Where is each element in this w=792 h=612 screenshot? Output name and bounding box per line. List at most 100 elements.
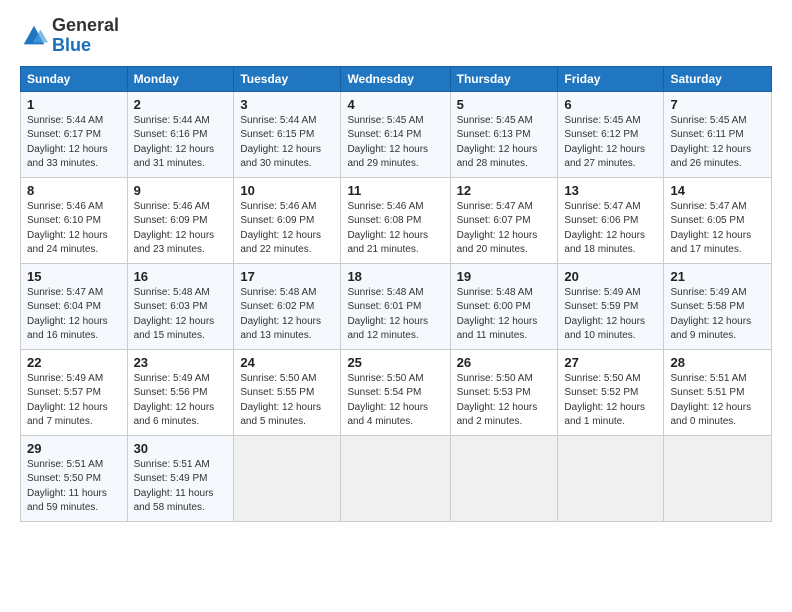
day-info: Sunrise: 5:47 AMSunset: 6:06 PMDaylight:… — [564, 200, 657, 258]
day-number: 5 — [457, 97, 552, 112]
day-info: Sunrise: 5:49 AMSunset: 5:59 PMDaylight:… — [564, 286, 657, 344]
day-info: Sunrise: 5:48 AMSunset: 6:02 PMDaylight:… — [240, 286, 334, 344]
day-info: Sunrise: 5:49 AMSunset: 5:58 PMDaylight:… — [670, 286, 765, 344]
logo-blue: Blue — [52, 35, 91, 55]
week-row-1: 1 Sunrise: 5:44 AMSunset: 6:17 PMDaylight… — [21, 91, 772, 177]
day-info: Sunrise: 5:44 AMSunset: 6:17 PMDaylight:… — [27, 114, 121, 172]
day-info: Sunrise: 5:45 AMSunset: 6:13 PMDaylight:… — [457, 114, 552, 172]
day-info: Sunrise: 5:50 AMSunset: 5:54 PMDaylight:… — [347, 372, 443, 430]
day-number: 20 — [564, 269, 657, 284]
logo-general: General — [52, 15, 119, 35]
day-cell: 14 Sunrise: 5:47 AMSunset: 6:05 PMDayligh… — [664, 177, 772, 263]
day-info: Sunrise: 5:46 AMSunset: 6:10 PMDaylight:… — [27, 200, 121, 258]
week-row-5: 29 Sunrise: 5:51 AMSunset: 5:50 PMDayligh… — [21, 435, 772, 521]
week-row-2: 8 Sunrise: 5:46 AMSunset: 6:10 PMDaylight… — [21, 177, 772, 263]
day-number: 18 — [347, 269, 443, 284]
day-number: 21 — [670, 269, 765, 284]
day-number: 3 — [240, 97, 334, 112]
day-number: 2 — [134, 97, 228, 112]
day-number: 23 — [134, 355, 228, 370]
calendar-table: SundayMondayTuesdayWednesdayThursdayFrid… — [20, 66, 772, 522]
day-cell: 6 Sunrise: 5:45 AMSunset: 6:12 PMDaylight… — [558, 91, 664, 177]
day-cell: 27Sunrise: 5:50 AMSunset: 5:52 PMDayligh… — [558, 349, 664, 435]
day-info: Sunrise: 5:46 AMSunset: 6:09 PMDaylight:… — [240, 200, 334, 258]
col-header-monday: Monday — [127, 66, 234, 91]
day-cell: 20 Sunrise: 5:49 AMSunset: 5:59 PMDayligh… — [558, 263, 664, 349]
day-cell: 2 Sunrise: 5:44 AMSunset: 6:16 PMDaylight… — [127, 91, 234, 177]
day-number: 6 — [564, 97, 657, 112]
day-info: Sunrise: 5:45 AMSunset: 6:14 PMDaylight:… — [347, 114, 443, 172]
day-cell — [664, 435, 772, 521]
day-cell: 7 Sunrise: 5:45 AMSunset: 6:11 PMDaylight… — [664, 91, 772, 177]
day-cell: 30 Sunrise: 5:51 AMSunset: 5:49 PMDayligh… — [127, 435, 234, 521]
day-number: 9 — [134, 183, 228, 198]
logo: General Blue — [20, 16, 119, 56]
day-info: Sunrise: 5:48 AMSunset: 6:03 PMDaylight:… — [134, 286, 228, 344]
day-cell: 22Sunrise: 5:49 AMSunset: 5:57 PMDayligh… — [21, 349, 128, 435]
day-cell: 10 Sunrise: 5:46 AMSunset: 6:09 PMDayligh… — [234, 177, 341, 263]
day-number: 28 — [670, 355, 765, 370]
day-cell: 11 Sunrise: 5:46 AMSunset: 6:08 PMDayligh… — [341, 177, 450, 263]
day-number: 11 — [347, 183, 443, 198]
day-number: 26 — [457, 355, 552, 370]
header: General Blue — [20, 16, 772, 56]
day-number: 7 — [670, 97, 765, 112]
day-cell: 9 Sunrise: 5:46 AMSunset: 6:09 PMDaylight… — [127, 177, 234, 263]
day-number: 27 — [564, 355, 657, 370]
day-number: 10 — [240, 183, 334, 198]
day-cell — [234, 435, 341, 521]
day-info: Sunrise: 5:48 AMSunset: 6:01 PMDaylight:… — [347, 286, 443, 344]
day-cell: 3 Sunrise: 5:44 AMSunset: 6:15 PMDaylight… — [234, 91, 341, 177]
col-header-saturday: Saturday — [664, 66, 772, 91]
day-info: Sunrise: 5:50 AMSunset: 5:53 PMDaylight:… — [457, 372, 552, 430]
week-row-4: 22Sunrise: 5:49 AMSunset: 5:57 PMDayligh… — [21, 349, 772, 435]
day-cell: 15 Sunrise: 5:47 AMSunset: 6:04 PMDayligh… — [21, 263, 128, 349]
day-cell: 24Sunrise: 5:50 AMSunset: 5:55 PMDayligh… — [234, 349, 341, 435]
day-cell: 28 Sunrise: 5:51 AMSunset: 5:51 PMDayligh… — [664, 349, 772, 435]
day-number: 14 — [670, 183, 765, 198]
day-number: 29 — [27, 441, 121, 456]
day-cell: 21 Sunrise: 5:49 AMSunset: 5:58 PMDayligh… — [664, 263, 772, 349]
day-cell: 5 Sunrise: 5:45 AMSunset: 6:13 PMDaylight… — [450, 91, 558, 177]
day-info: Sunrise: 5:51 AMSunset: 5:49 PMDaylight:… — [134, 458, 228, 516]
day-cell: 29 Sunrise: 5:51 AMSunset: 5:50 PMDayligh… — [21, 435, 128, 521]
col-header-tuesday: Tuesday — [234, 66, 341, 91]
day-info: Sunrise: 5:45 AMSunset: 6:12 PMDaylight:… — [564, 114, 657, 172]
day-info: Sunrise: 5:49 AMSunset: 5:56 PMDaylight:… — [134, 372, 228, 430]
day-cell — [450, 435, 558, 521]
day-cell: 16Sunrise: 5:48 AMSunset: 6:03 PMDayligh… — [127, 263, 234, 349]
day-info: Sunrise: 5:45 AMSunset: 6:11 PMDaylight:… — [670, 114, 765, 172]
day-number: 30 — [134, 441, 228, 456]
day-info: Sunrise: 5:44 AMSunset: 6:15 PMDaylight:… — [240, 114, 334, 172]
week-row-3: 15 Sunrise: 5:47 AMSunset: 6:04 PMDayligh… — [21, 263, 772, 349]
day-cell: 4 Sunrise: 5:45 AMSunset: 6:14 PMDaylight… — [341, 91, 450, 177]
day-info: Sunrise: 5:48 AMSunset: 6:00 PMDaylight:… — [457, 286, 552, 344]
day-number: 15 — [27, 269, 121, 284]
day-number: 19 — [457, 269, 552, 284]
day-number: 1 — [27, 97, 121, 112]
day-number: 22 — [27, 355, 121, 370]
day-number: 12 — [457, 183, 552, 198]
day-cell — [341, 435, 450, 521]
col-header-thursday: Thursday — [450, 66, 558, 91]
day-number: 8 — [27, 183, 121, 198]
day-info: Sunrise: 5:46 AMSunset: 6:08 PMDaylight:… — [347, 200, 443, 258]
day-info: Sunrise: 5:47 AMSunset: 6:05 PMDaylight:… — [670, 200, 765, 258]
day-cell: 18 Sunrise: 5:48 AMSunset: 6:01 PMDayligh… — [341, 263, 450, 349]
day-cell: 25Sunrise: 5:50 AMSunset: 5:54 PMDayligh… — [341, 349, 450, 435]
day-cell: 8 Sunrise: 5:46 AMSunset: 6:10 PMDaylight… — [21, 177, 128, 263]
day-info: Sunrise: 5:51 AMSunset: 5:50 PMDaylight:… — [27, 458, 121, 516]
day-info: Sunrise: 5:50 AMSunset: 5:55 PMDaylight:… — [240, 372, 334, 430]
col-header-friday: Friday — [558, 66, 664, 91]
day-info: Sunrise: 5:51 AMSunset: 5:51 PMDaylight:… — [670, 372, 765, 430]
day-info: Sunrise: 5:47 AMSunset: 6:04 PMDaylight:… — [27, 286, 121, 344]
day-info: Sunrise: 5:44 AMSunset: 6:16 PMDaylight:… — [134, 114, 228, 172]
day-number: 4 — [347, 97, 443, 112]
day-info: Sunrise: 5:46 AMSunset: 6:09 PMDaylight:… — [134, 200, 228, 258]
day-info: Sunrise: 5:47 AMSunset: 6:07 PMDaylight:… — [457, 200, 552, 258]
day-cell: 1 Sunrise: 5:44 AMSunset: 6:17 PMDaylight… — [21, 91, 128, 177]
day-cell — [558, 435, 664, 521]
logo-icon — [20, 22, 48, 50]
day-cell: 17Sunrise: 5:48 AMSunset: 6:02 PMDayligh… — [234, 263, 341, 349]
day-cell: 19 Sunrise: 5:48 AMSunset: 6:00 PMDayligh… — [450, 263, 558, 349]
